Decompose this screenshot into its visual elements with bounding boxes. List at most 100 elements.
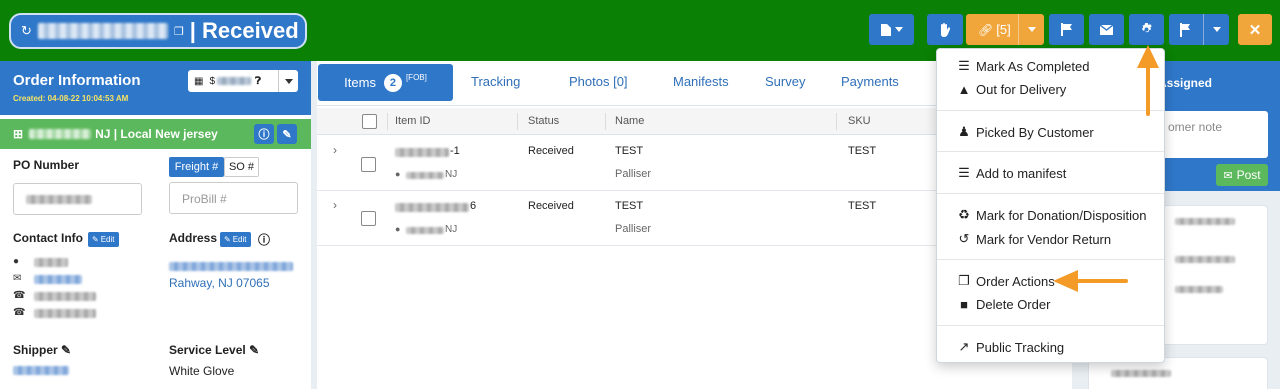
item-sku: TEST [848,200,877,212]
row-checkbox[interactable] [361,211,376,226]
address-line1-redacted[interactable] [169,262,293,271]
order-id-redacted [37,23,168,39]
menu-item-mark-completed[interactable]: ☰ Mark As Completed [957,58,1089,74]
post-button[interactable]: ✉ Post [1216,164,1268,186]
copy-icon[interactable]: ❐ [174,25,184,38]
note-text-redacted [1175,286,1223,293]
location-label: NJ | Local New jersey [95,127,218,141]
links-button[interactable]: 🔗︎ [5] [966,14,1044,45]
shipper-value-redacted[interactable] [13,366,69,375]
list-icon: ☰ [958,165,970,180]
map-pin-icon: ● [395,224,401,234]
calculator-icon: ▦ [194,75,204,87]
chevron-down-icon [1027,27,1036,32]
tab-items[interactable]: Items 2 [FOB] [318,64,453,101]
links-count: [5] [996,22,1011,37]
note-text-redacted [1175,256,1235,263]
menu-item-picked-by-customer[interactable]: ♟ Picked By Customer [957,124,1094,140]
menu-item-public-tracking[interactable]: ↗ Public Tracking [957,339,1065,355]
info-button[interactable]: ⓘ [254,124,274,144]
tab-manifests[interactable]: Manifests [673,74,729,89]
item-sku: TEST [848,145,877,157]
menu-divider [937,325,1164,326]
column-header-status[interactable]: Status [528,115,559,127]
menu-divider [937,151,1164,152]
menu-item-label: Delete Order [976,297,1051,312]
po-number-input[interactable] [13,183,142,215]
close-icon: ✕ [1248,21,1262,39]
tab-survey[interactable]: Survey [765,74,805,89]
tab-tracking[interactable]: Tracking [471,74,520,89]
edit-location-button[interactable]: ✎ [277,124,297,144]
menu-item-vendor-return[interactable]: ↺ Mark for Vendor Return [957,231,1112,247]
menu-item-label: Picked By Customer [976,124,1094,140]
chevron-right-icon[interactable]: › [333,143,337,157]
envelope-icon: ✉ [13,273,22,284]
menu-item-label: Public Tracking [976,339,1065,355]
edit-icon[interactable]: ✎ [249,343,259,357]
select-all-checkbox[interactable] [362,114,377,129]
so-tab[interactable]: SO # [224,157,259,177]
undo-icon: ↺ [958,231,970,246]
probill-placeholder: ProBill # [182,192,227,206]
item-location-redacted [406,227,444,234]
help-icon: ❓︎ [255,75,262,87]
column-divider [517,113,518,130]
edit-icon: ✎ [92,235,99,244]
row-checkbox[interactable] [361,157,376,172]
contact-phone-redacted [34,292,96,301]
route-button[interactable] [1169,14,1229,45]
menu-item-label: Out for Delivery [976,82,1067,97]
menu-item-donation[interactable]: ♻ Mark for Donation/Disposition [957,207,1147,223]
info-icon[interactable]: ⓘ [258,231,270,248]
shipper-label-text: Shipper [13,343,58,357]
list-check-icon: ☰ [958,58,970,73]
item-location-redacted [406,172,444,179]
order-info-header: Order Information Created: 04-08-22 10:0… [0,61,311,115]
tab-photos[interactable]: Photos [0] [569,74,628,89]
menu-item-add-to-manifest[interactable]: ☰ Add to manifest [957,165,1066,181]
address-edit-button[interactable]: ✎ Edit [220,232,251,247]
contact-edit-button[interactable]: ✎ Edit [88,232,119,247]
settings-button[interactable] [1129,14,1164,45]
hold-button[interactable] [927,14,963,45]
close-button[interactable]: ✕ [1238,14,1272,45]
item-id-suffix: 6 [470,200,477,212]
freight-tab[interactable]: Freight # [169,157,224,177]
comment-icon: ✉ [1223,169,1233,182]
menu-item-label: Mark for Donation/Disposition [976,207,1147,223]
phone-icon: ☎ [13,307,26,318]
probill-input[interactable]: ProBill # [169,182,298,214]
menu-item-delete-order[interactable]: ■ Delete Order [957,297,1050,312]
links-dropdown-toggle[interactable] [1018,14,1044,45]
flag-button[interactable] [1049,14,1084,45]
column-divider [387,113,388,130]
menu-item-out-for-delivery[interactable]: ▲ Out for Delivery [957,82,1067,97]
edit-icon[interactable]: ✎ [61,343,71,357]
address-edit-label: Edit [232,235,247,244]
order-status-title: | Received [189,18,299,43]
column-header-name[interactable]: Name [615,115,644,127]
created-timestamp: Created: 04-08-22 10:04:53 AM [13,94,129,103]
document-menu-button[interactable] [869,14,914,45]
item-id-redacted [395,203,469,212]
customer-note-input[interactable]: omer note [1162,111,1268,158]
phone-icon: ☎ [13,290,26,301]
email-button[interactable] [1089,14,1124,45]
service-level-value: White Glove [169,364,235,378]
chevron-right-icon[interactable]: › [333,198,337,212]
link-icon: 🔗︎ [978,22,994,37]
contact-email-redacted[interactable] [34,275,82,284]
sync-icon[interactable]: ↻ [21,23,32,39]
menu-divider [937,259,1164,260]
chevron-down-icon [284,78,293,84]
item-location-suffix: NJ [445,169,458,180]
route-dropdown-toggle[interactable] [1203,14,1229,45]
column-header-sku[interactable]: SKU [848,115,871,127]
menu-item-order-actions[interactable]: ❐ Order Actions [957,273,1055,289]
price-dropdown[interactable]: ▦ $ ❓︎ [188,70,298,92]
tab-payments[interactable]: Payments [841,74,899,89]
column-header-item-id[interactable]: Item ID [395,115,430,127]
address-line2[interactable]: Rahway, NJ 07065 [169,276,270,290]
tab-items-label: Items [344,75,376,90]
